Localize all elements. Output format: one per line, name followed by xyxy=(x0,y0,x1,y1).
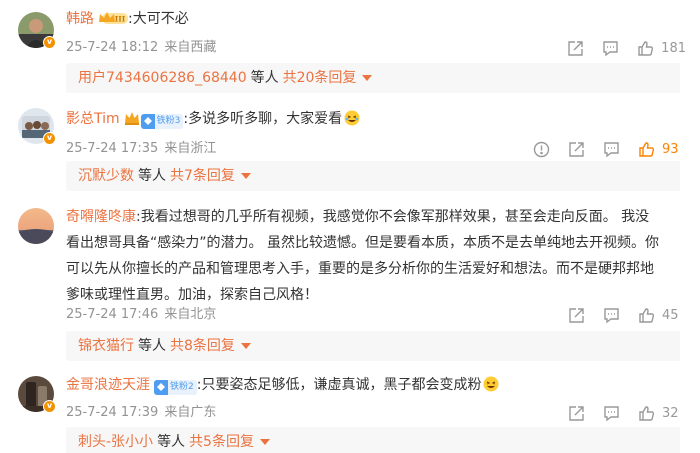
comment-button[interactable] xyxy=(603,141,620,158)
comment-content: :多说多听多聊，大家爱看 xyxy=(183,111,343,127)
like-count: 181 xyxy=(661,40,686,56)
comment-location: 来自浙江 xyxy=(164,141,217,156)
thumbs-up-icon xyxy=(639,405,655,421)
crown-icon xyxy=(124,112,139,125)
comment-username[interactable]: 奇嘚隆咚康 xyxy=(66,209,136,225)
share-icon xyxy=(569,307,584,323)
comment-time: 25-7-24 18:12 xyxy=(66,40,159,55)
reply-summary[interactable]: 沉默少数 等人 共7条回复 xyxy=(66,161,680,191)
warning-icon xyxy=(533,141,550,157)
chevron-down-icon xyxy=(259,439,270,445)
comment-content-line: :我看过想哥的几乎所有视频，我感觉你不会像军那样效果，甚至会走向反面。 我没 xyxy=(136,209,650,225)
comment-button[interactable] xyxy=(603,307,620,324)
like-button[interactable]: 181 xyxy=(637,40,686,57)
reply-count[interactable]: 共20条回复 xyxy=(283,70,357,86)
chevron-down-icon xyxy=(362,75,373,81)
comment-text: 影总Tim 铁粉3:多说多听多聊，大家爱看 xyxy=(66,108,678,130)
share-icon xyxy=(569,141,584,157)
laughing-emoji-icon xyxy=(344,110,360,126)
comment-meta: 25-7-24 17:46 来自北京 xyxy=(66,306,216,324)
comment-content-line: 可以先从你擅长的产品和管理思考入手，重要的是多分析你的生活爱好和想法。而不是硬邦… xyxy=(66,261,654,277)
comment-actions: 93 xyxy=(515,139,686,159)
share-button[interactable] xyxy=(568,141,585,158)
comment-text: 奇嘚隆咚康:我看过想哥的几乎所有视频，我感觉你不会像军那样效果，甚至会走向反面。… xyxy=(66,206,678,306)
verified-v-icon: v xyxy=(43,132,56,145)
comment-content-line: 看出想哥具备“感染力”的潜力。 虽然比较遗憾。但是要看本质，本质不是去单纯地去开… xyxy=(66,235,659,251)
thumbs-up-icon xyxy=(639,141,655,157)
fan-badge: 铁粉3 xyxy=(140,113,184,129)
avatar[interactable] xyxy=(18,208,54,244)
comment-content: :只要姿态足够低，谦虚真诚，黑子都会变成粉 xyxy=(196,377,482,393)
comment-location: 来自西藏 xyxy=(164,40,217,55)
comment-location: 来自北京 xyxy=(164,307,217,322)
comment-icon xyxy=(604,307,619,323)
comment-meta: 25-7-24 17:39 来自广东 xyxy=(66,404,216,422)
comment-icon xyxy=(603,40,618,56)
comment-time: 25-7-24 17:46 xyxy=(66,307,159,322)
reply-username[interactable]: 刺头-张小小 xyxy=(78,434,153,450)
reply-username[interactable]: 锦衣猫行 xyxy=(78,338,134,354)
thumbs-up-icon xyxy=(638,40,654,56)
laughing-emoji-icon xyxy=(483,376,499,392)
share-icon xyxy=(568,40,583,56)
thumbs-up-icon xyxy=(639,307,655,323)
chevron-down-icon xyxy=(240,343,251,349)
reply-count[interactable]: 共5条回复 xyxy=(189,434,254,450)
verified-v-icon: v xyxy=(43,400,56,413)
report-button[interactable] xyxy=(533,141,550,158)
share-button[interactable] xyxy=(567,40,584,57)
reply-count[interactable]: 共8条回复 xyxy=(170,338,235,354)
comment-time: 25-7-24 17:39 xyxy=(66,405,159,420)
share-icon xyxy=(569,405,584,421)
like-count: 32 xyxy=(662,405,679,421)
like-count: 45 xyxy=(662,307,679,323)
comment-content: :大可不必 xyxy=(128,11,189,27)
comment-actions: 32 xyxy=(550,403,686,423)
comment-item: 奇嘚隆咚康:我看过想哥的几乎所有视频，我感觉你不会像军那样效果，甚至会走向反面。… xyxy=(0,196,700,364)
like-count: 93 xyxy=(662,141,679,157)
comment-time: 25-7-24 17:35 xyxy=(66,141,159,156)
comment-item: v 金哥浪迹天涯 铁粉2:只要姿态足够低，谦虚真诚，黑子都会变成粉 25-7-24… xyxy=(0,364,700,453)
share-button[interactable] xyxy=(568,307,585,324)
comment-meta: 25-7-24 17:35 来自浙江 xyxy=(66,140,216,158)
like-button[interactable]: 32 xyxy=(638,405,686,422)
comment-item: v 韩路 III :大可不必 25-7-24 18:12 来自西藏 181 用户7… xyxy=(0,0,700,96)
reply-username[interactable]: 用户7434606286_68440 xyxy=(78,70,247,86)
comment-meta: 25-7-24 18:12 来自西藏 xyxy=(66,39,216,57)
comment-icon xyxy=(604,141,619,157)
comment-icon xyxy=(604,405,619,421)
like-button[interactable]: 45 xyxy=(638,307,686,324)
comment-actions: 45 xyxy=(550,305,686,325)
comment-username[interactable]: 影总Tim xyxy=(66,111,120,127)
fan-badge: 铁粉2 xyxy=(154,379,197,395)
reply-summary[interactable]: 用户7434606286_68440 等人 共20条回复 xyxy=(66,63,680,93)
reply-summary[interactable]: 锦衣猫行 等人 共8条回复 xyxy=(66,331,680,361)
comment-actions: 181 xyxy=(549,38,686,58)
comment-content-line: 爹味或理性直男。加油，探索自己风格！ xyxy=(66,287,318,303)
comment-text: 韩路 III :大可不必 xyxy=(66,8,678,30)
like-button[interactable]: 93 xyxy=(638,141,686,158)
comment-username[interactable]: 金哥浪迹天涯 xyxy=(66,377,150,393)
reply-count[interactable]: 共7条回复 xyxy=(170,168,235,184)
comment-username[interactable]: 韩路 xyxy=(66,11,94,27)
share-button[interactable] xyxy=(568,405,585,422)
verified-v-icon: v xyxy=(43,36,56,49)
comment-location: 来自广东 xyxy=(164,405,217,420)
comment-button[interactable] xyxy=(603,405,620,422)
comment-item: v 影总Tim 铁粉3:多说多听多聊，大家爱看 25-7-24 17:35 来自浙… xyxy=(0,96,700,196)
reply-username[interactable]: 沉默少数 xyxy=(78,168,134,184)
crown-badge-icon: III xyxy=(99,12,128,24)
svg-text:III: III xyxy=(115,15,126,24)
reply-summary[interactable]: 刺头-张小小 等人 共5条回复 xyxy=(66,427,680,453)
chevron-down-icon xyxy=(240,173,251,179)
comment-button[interactable] xyxy=(602,40,619,57)
comment-text: 金哥浪迹天涯 铁粉2:只要姿态足够低，谦虚真诚，黑子都会变成粉 xyxy=(66,374,678,396)
